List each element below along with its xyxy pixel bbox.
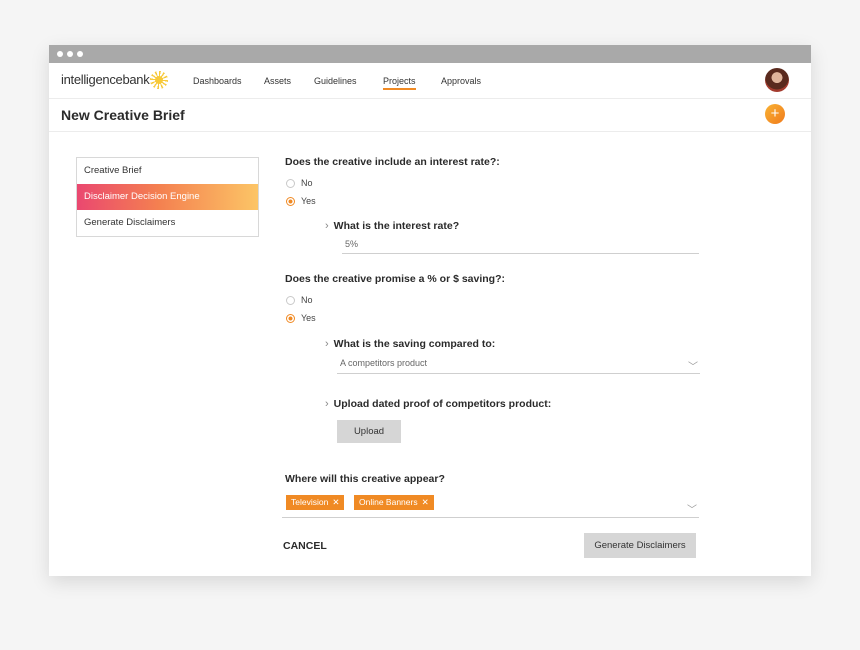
interest-rate-question: Does the creative include an interest ra… bbox=[285, 156, 500, 168]
chevron-down-icon: ﹀ bbox=[688, 362, 698, 373]
upload-button[interactable]: Upload bbox=[337, 420, 401, 443]
saving-no-radio[interactable]: No bbox=[286, 295, 313, 305]
chevron-down-icon: ﹀ bbox=[687, 505, 697, 516]
brand-logo[interactable]: intelligencebank bbox=[61, 71, 169, 89]
top-navigation: intelligencebank Dashboards Assets Guide… bbox=[49, 63, 811, 99]
radio-label: Yes bbox=[301, 313, 316, 323]
nav-item-dashboards[interactable]: Dashboards bbox=[193, 76, 242, 86]
close-icon[interactable]: ✕ bbox=[332, 497, 339, 507]
close-icon[interactable]: ✕ bbox=[422, 497, 429, 507]
radio-label: No bbox=[301, 178, 313, 188]
interest-rate-input[interactable]: 5% bbox=[342, 239, 699, 254]
radio-unchecked-icon bbox=[286, 296, 295, 305]
radio-checked-icon bbox=[286, 314, 295, 323]
sidebar-item-creative-brief[interactable]: Creative Brief bbox=[77, 158, 258, 184]
chevron-right-icon: › bbox=[325, 398, 329, 410]
tag-label: Television bbox=[291, 497, 329, 507]
interest-rate-yes-radio[interactable]: Yes bbox=[286, 196, 316, 206]
user-avatar[interactable] bbox=[765, 68, 789, 92]
radio-unchecked-icon bbox=[286, 179, 295, 188]
app-window: intelligencebank Dashboards Assets Guide… bbox=[49, 45, 811, 576]
appearance-multiselect[interactable]: ﹀ bbox=[282, 495, 699, 518]
add-button[interactable]: + bbox=[765, 104, 785, 124]
interest-rate-value: 5% bbox=[345, 239, 359, 249]
sub-question-label: What is the saving compared to: bbox=[333, 338, 496, 350]
upload-proof-sub-question: › Upload dated proof of competitors produ… bbox=[325, 398, 551, 410]
radio-checked-icon bbox=[286, 197, 295, 206]
radio-label: Yes bbox=[301, 196, 316, 206]
saving-question: Does the creative promise a % or $ savin… bbox=[285, 273, 505, 285]
radio-label: No bbox=[301, 295, 313, 305]
tag-online-banners: Online Banners ✕ bbox=[354, 495, 434, 510]
window-titlebar bbox=[49, 45, 811, 63]
saving-compared-dropdown[interactable]: A competitors product ﹀ bbox=[337, 358, 700, 374]
plus-icon: + bbox=[770, 105, 780, 122]
chevron-right-icon: › bbox=[325, 220, 329, 232]
sub-question-label: Upload dated proof of competitors produc… bbox=[333, 398, 552, 410]
sidebar-item-disclaimer-decision-engine[interactable]: Disclaimer Decision Engine bbox=[77, 184, 258, 210]
dropdown-selected-value: A competitors product bbox=[340, 358, 428, 368]
saving-yes-radio[interactable]: Yes bbox=[286, 313, 316, 323]
page-header: New Creative Brief + bbox=[49, 99, 811, 132]
tag-label: Online Banners bbox=[359, 497, 418, 507]
nav-item-approvals[interactable]: Approvals bbox=[441, 76, 481, 86]
sub-question-label: What is the interest rate? bbox=[333, 220, 460, 232]
nav-item-guidelines[interactable]: Guidelines bbox=[314, 76, 357, 86]
chevron-right-icon: › bbox=[325, 338, 329, 350]
interest-rate-sub-question: › What is the interest rate? bbox=[325, 220, 459, 232]
page-title: New Creative Brief bbox=[61, 107, 185, 123]
tag-television: Television ✕ bbox=[286, 495, 345, 510]
saving-compared-sub-question: › What is the saving compared to: bbox=[325, 338, 495, 350]
appearance-question: Where will this creative appear? bbox=[285, 473, 445, 485]
sun-logo-icon bbox=[150, 71, 169, 89]
interest-rate-no-radio[interactable]: No bbox=[286, 178, 313, 188]
window-dot-icon[interactable] bbox=[67, 51, 73, 57]
cancel-button[interactable]: CANCEL bbox=[283, 540, 327, 552]
sidebar-item-generate-disclaimers[interactable]: Generate Disclaimers bbox=[77, 210, 258, 236]
nav-item-assets[interactable]: Assets bbox=[264, 76, 291, 86]
brief-steps-sidebar: Creative Brief Disclaimer Decision Engin… bbox=[76, 157, 259, 237]
nav-item-projects[interactable]: Projects bbox=[383, 76, 416, 90]
brand-logo-text: intelligencebank bbox=[61, 72, 150, 87]
generate-disclaimers-button[interactable]: Generate Disclaimers bbox=[584, 533, 696, 558]
window-dot-icon[interactable] bbox=[57, 51, 63, 57]
window-dot-icon[interactable] bbox=[77, 51, 83, 57]
